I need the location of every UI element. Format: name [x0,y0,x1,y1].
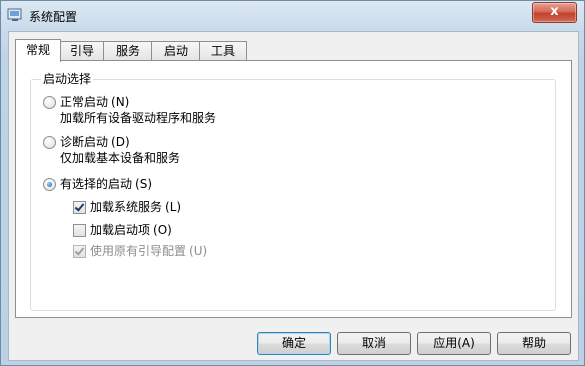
system-config-window: 系统配置 x 常规 引导 服务 启动 工具 启动选择 正常启动 (N) 加载所有设… [0,0,585,366]
load-system-services-text: 加载系统服务 [90,200,163,214]
selective-startup-hotkey: (S) [135,177,152,191]
normal-startup-radio[interactable] [43,96,56,109]
diagnostic-startup-description: 仅加载基本设备和服务 [60,151,181,165]
use-original-boot-config-label[interactable]: 使用原有引导配置 (U) [90,244,207,258]
dialog-client-area: 常规 引导 服务 启动 工具 启动选择 正常启动 (N) 加载所有设备驱动程序和服… [8,31,579,361]
title-bar[interactable]: 系统配置 x [1,1,584,31]
normal-startup-description: 加载所有设备驱动程序和服务 [60,111,217,125]
diagnostic-startup-label[interactable]: 诊断启动 (D) [60,135,130,149]
load-startup-items-checkbox[interactable] [73,224,86,237]
use-original-boot-config-hotkey: (U) [189,244,208,258]
load-startup-items-label[interactable]: 加载启动项 (O) [90,223,172,237]
apply-button[interactable]: 应用(A) [417,332,491,355]
load-startup-items-text: 加载启动项 [90,223,151,237]
diagnostic-startup-radio[interactable] [43,136,56,149]
general-tab-panel: 启动选择 正常启动 (N) 加载所有设备驱动程序和服务 诊断启动 (D) 仅加载基本… [15,60,572,318]
tab-services[interactable]: 服务 [103,41,153,61]
ok-button[interactable]: 确定 [257,332,331,355]
tab-startup[interactable]: 启动 [151,41,201,61]
help-button[interactable]: 帮助 [497,332,571,355]
load-system-services-label[interactable]: 加载系统服务 (L) [90,200,181,214]
msconfig-app-icon [7,8,22,21]
selective-startup-radio[interactable] [43,178,56,191]
radio-selected-dot [47,182,52,187]
normal-startup-label[interactable]: 正常启动 (N) [60,95,129,109]
load-startup-items-hotkey: (O) [153,223,172,237]
tab-general[interactable]: 常规 [15,39,61,62]
tab-boot[interactable]: 引导 [59,41,105,61]
use-original-boot-config-checkbox[interactable] [73,245,86,258]
close-button[interactable]: x [532,2,577,23]
load-system-services-checkbox[interactable] [73,201,86,214]
load-system-services-hotkey: (L) [165,200,182,214]
diagnostic-startup-text: 诊断启动 [60,135,109,149]
use-original-boot-config-text: 使用原有引导配置 [90,244,187,258]
startup-selection-label: 启动选择 [41,72,94,86]
window-title: 系统配置 [29,10,78,24]
normal-startup-text: 正常启动 [60,95,109,109]
selective-startup-text: 有选择的启动 [60,177,133,191]
normal-startup-hotkey: (N) [111,95,130,109]
cancel-button[interactable]: 取消 [337,332,411,355]
tab-tools[interactable]: 工具 [199,41,247,61]
diagnostic-startup-hotkey: (D) [111,135,130,149]
selective-startup-label[interactable]: 有选择的启动 (S) [60,177,152,191]
